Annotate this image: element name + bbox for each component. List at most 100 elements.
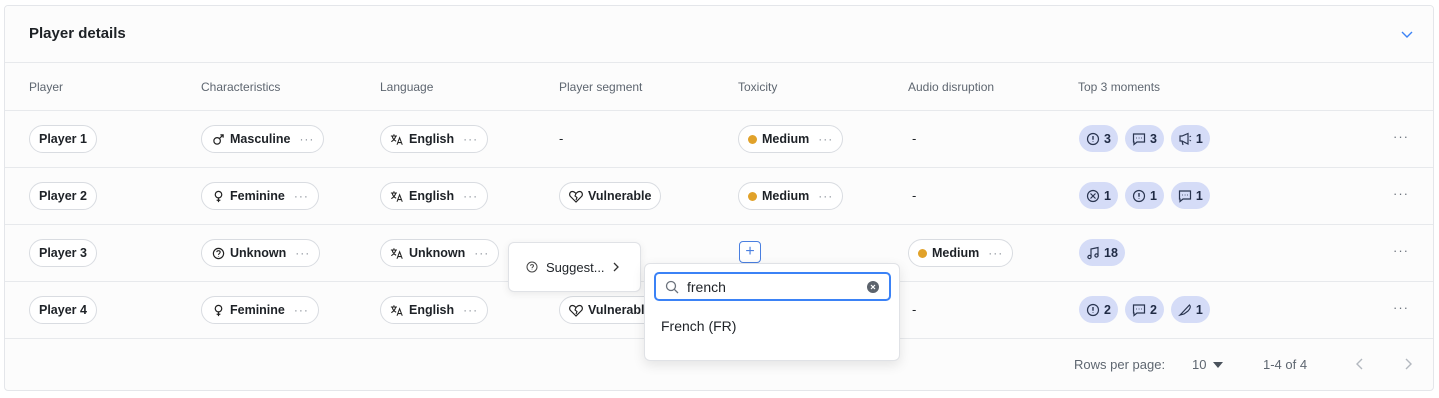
row-more-icon[interactable]: ··· (1393, 186, 1409, 201)
moment-chip[interactable]: 1 (1124, 182, 1164, 209)
column-header-toxicity: Toxicity (738, 80, 778, 94)
moment-chip[interactable]: 3 (1079, 125, 1118, 152)
toxicity-label: Medium (762, 132, 810, 146)
moment-count: 1 (1195, 188, 1203, 203)
rows-per-page-value: 10 (1192, 357, 1207, 372)
male-icon (211, 132, 225, 146)
moment-chip[interactable]: 3 (1124, 125, 1164, 152)
top-moments: 2 2 1 (1079, 296, 1210, 323)
caret-down-icon (1213, 361, 1224, 368)
more-icon[interactable]: ··· (294, 189, 309, 203)
more-icon[interactable]: ··· (818, 132, 833, 146)
characteristic-label: Feminine (230, 189, 285, 203)
knife-icon (1177, 303, 1192, 317)
moment-chip[interactable]: 2 (1079, 296, 1118, 323)
language-chip[interactable]: English ··· (380, 296, 489, 324)
moment-chip[interactable]: 1 (1170, 182, 1210, 209)
next-page-icon[interactable] (1399, 355, 1417, 373)
row-more-icon[interactable]: ··· (1393, 243, 1409, 258)
table-row: Player 1 Masculine ··· English ··· - Med… (5, 111, 1433, 168)
language-search (654, 272, 891, 301)
column-header-language: Language (380, 80, 434, 94)
language-label: English (409, 132, 455, 146)
row-more-icon[interactable]: ··· (1393, 129, 1409, 144)
chat-icon (1132, 132, 1146, 146)
player-name: Player 2 (39, 189, 87, 203)
segment-label: Vulnerable (588, 189, 652, 203)
player-chip[interactable]: Player 4 (29, 296, 97, 324)
more-icon[interactable]: ··· (294, 303, 309, 317)
moment-count: 18 (1104, 245, 1118, 260)
audio-disruption-value: - (912, 302, 917, 317)
toxicity-label: Medium (762, 189, 810, 203)
previous-page-icon[interactable] (1351, 355, 1369, 373)
column-header-characteristics: Characteristics (201, 80, 281, 94)
suggest-menu-item[interactable]: Suggest... (508, 242, 641, 292)
moment-chip[interactable]: 18 (1079, 239, 1125, 266)
player-chip[interactable]: Player 2 (29, 182, 97, 210)
status-dot (748, 134, 757, 144)
column-header-player: Player (29, 80, 64, 94)
moment-count: 2 (1104, 302, 1111, 317)
segment-value: - (559, 131, 564, 146)
row-more-icon[interactable]: ··· (1393, 300, 1409, 315)
pagination-range: 1-4 of 4 (1263, 357, 1308, 372)
translate-icon (390, 246, 404, 260)
more-icon[interactable]: ··· (463, 303, 478, 317)
more-icon[interactable]: ··· (988, 246, 1003, 260)
broken-heart-icon (569, 303, 583, 317)
characteristic-chip[interactable]: Feminine ··· (201, 296, 319, 324)
language-label: Unknown (409, 246, 466, 260)
characteristic-chip[interactable]: Feminine ··· (201, 182, 319, 210)
help-icon (526, 261, 538, 273)
language-option[interactable]: French (FR) (661, 318, 736, 334)
top-moments: 1 1 1 (1079, 182, 1210, 209)
megaphone-icon (1178, 132, 1192, 146)
moment-chip[interactable]: 1 (1170, 296, 1210, 323)
column-header-top-moments: Top 3 moments (1078, 80, 1161, 94)
player-name: Player 1 (39, 132, 87, 146)
chevron-down-icon[interactable] (1399, 26, 1415, 42)
segment-chip[interactable]: Vulnerable (559, 182, 662, 210)
characteristic-label: Masculine (230, 132, 291, 146)
language-dropdown: French (FR) (644, 263, 900, 361)
music-icon (1086, 246, 1100, 260)
suggest-label: Suggest... (546, 259, 605, 275)
toxicity-chip[interactable]: Medium ··· (738, 125, 844, 153)
characteristic-chip[interactable]: Masculine ··· (201, 125, 325, 153)
table-row: Player 2 Feminine ··· English ··· Vulner… (5, 168, 1433, 225)
moment-chip[interactable]: 1 (1079, 182, 1118, 209)
player-chip[interactable]: Player 1 (29, 125, 97, 153)
column-header-audio-disruption: Audio disruption (908, 80, 995, 94)
card-title: Player details (29, 25, 126, 42)
moment-chip[interactable]: 1 (1170, 125, 1210, 152)
language-chip[interactable]: English ··· (380, 125, 489, 153)
more-icon[interactable]: ··· (295, 246, 310, 260)
language-chip[interactable]: Unknown ··· (380, 239, 500, 267)
broken-heart-icon (569, 189, 583, 203)
player-name: Player 4 (39, 303, 87, 317)
more-icon[interactable]: ··· (463, 189, 478, 203)
language-search-input[interactable] (687, 278, 857, 295)
add-toxicity-button[interactable]: + (739, 241, 761, 263)
toxicity-chip[interactable]: Medium ··· (738, 182, 844, 210)
characteristic-chip[interactable]: Unknown ··· (201, 239, 321, 267)
chat-icon (1178, 189, 1192, 203)
more-icon[interactable]: ··· (474, 246, 489, 260)
search-icon (665, 280, 679, 293)
audio-disruption-chip[interactable]: Medium ··· (908, 239, 1014, 267)
rows-per-page-label: Rows per page: (1074, 357, 1166, 372)
rows-per-page-select[interactable]: 10 (1192, 357, 1224, 372)
more-icon[interactable]: ··· (818, 189, 833, 203)
moment-chip[interactable]: 2 (1124, 296, 1164, 323)
clear-icon[interactable] (867, 281, 879, 293)
chat-icon (1132, 303, 1146, 317)
language-chip[interactable]: English ··· (380, 182, 489, 210)
player-chip[interactable]: Player 3 (29, 239, 97, 267)
more-icon[interactable]: ··· (299, 132, 314, 146)
more-icon[interactable]: ··· (463, 132, 478, 146)
alert-icon (1086, 132, 1100, 146)
chevron-right-icon (612, 262, 620, 272)
translate-icon (390, 189, 404, 203)
player-name: Player 3 (39, 246, 87, 260)
